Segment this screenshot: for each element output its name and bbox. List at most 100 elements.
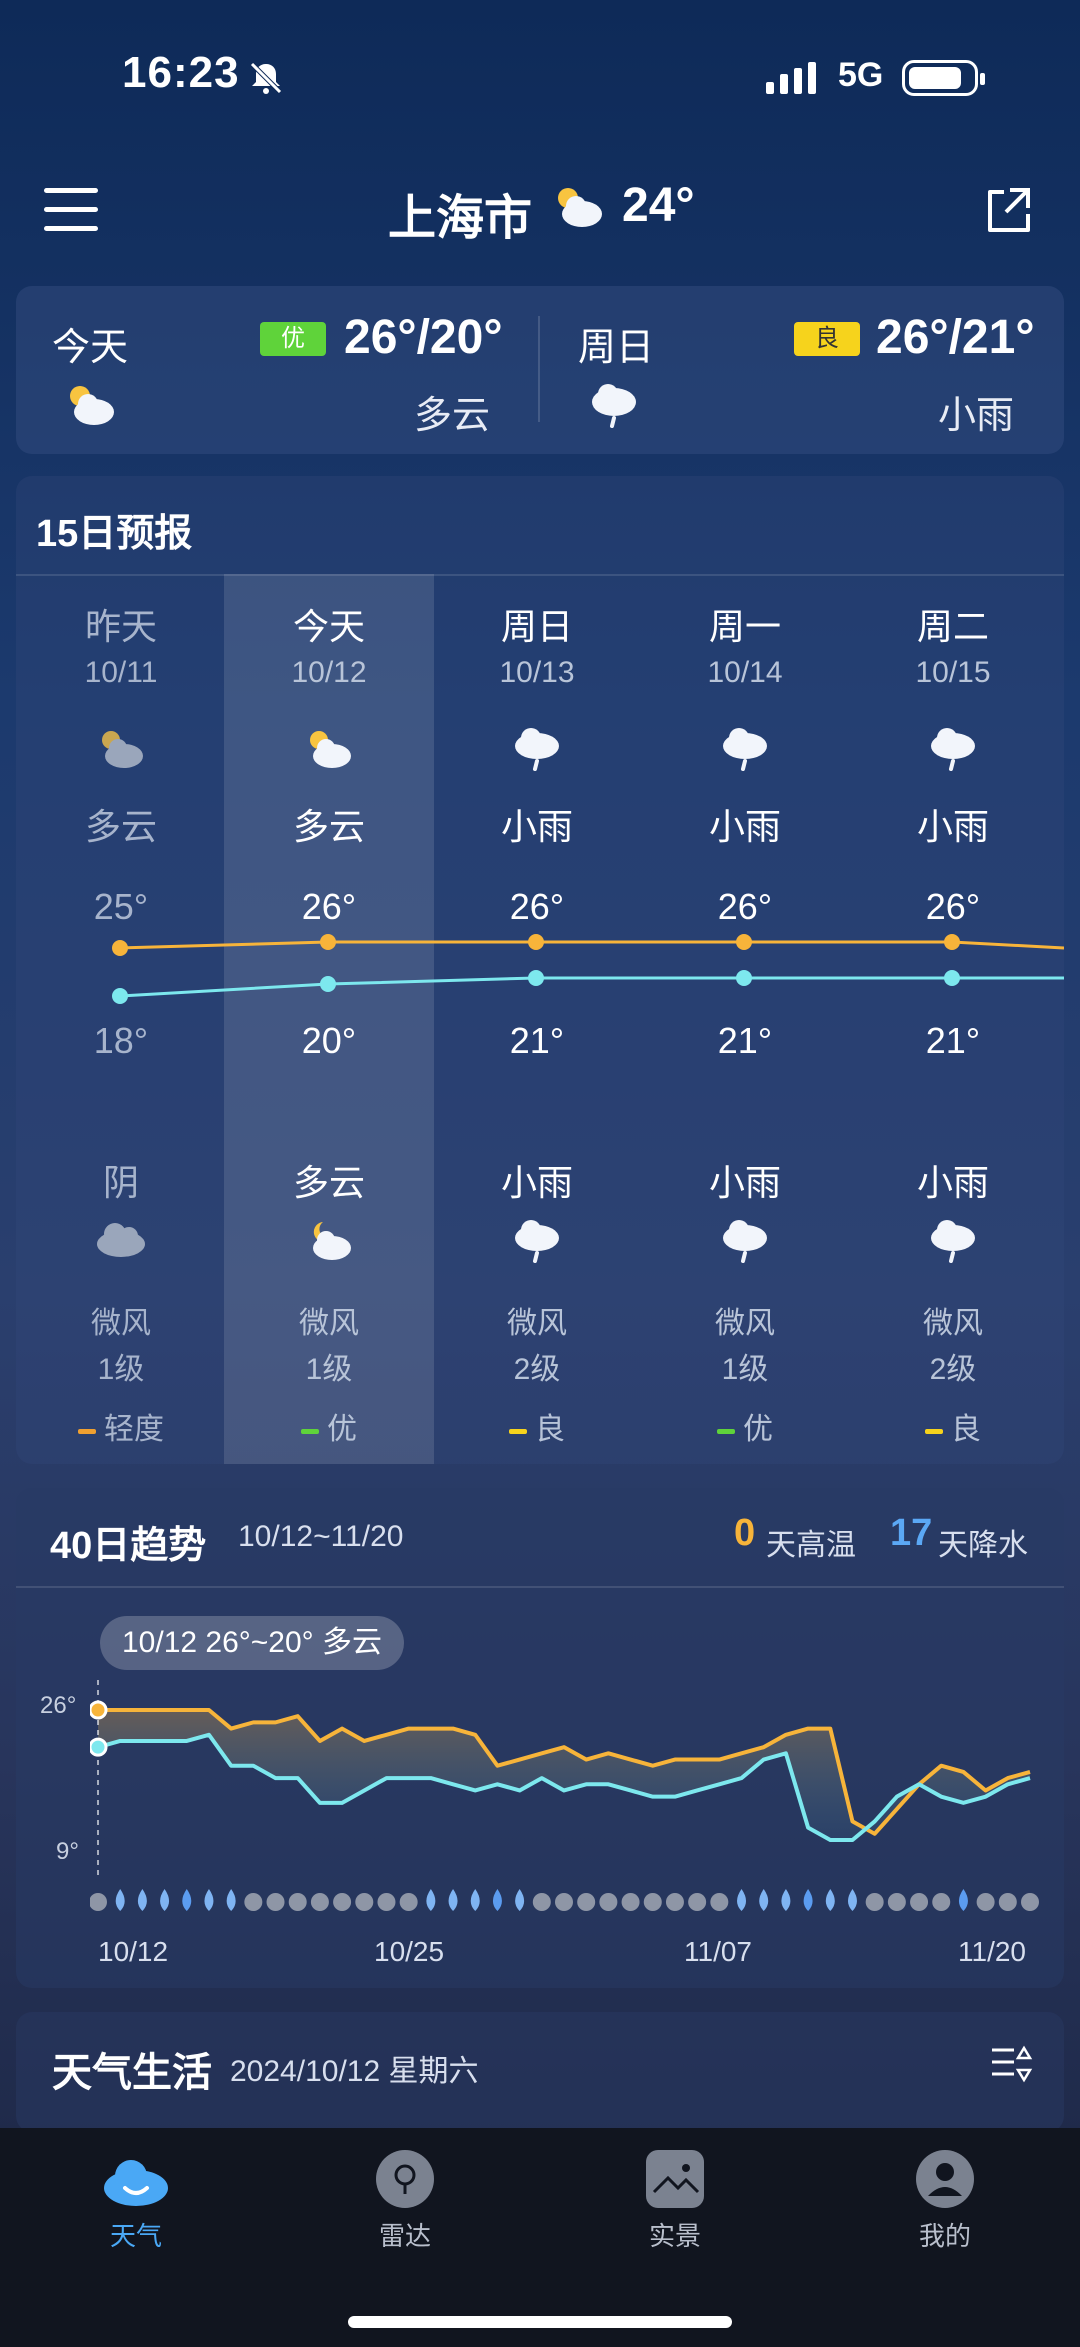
rain-drop [737,1889,747,1911]
rain-drop [825,1889,835,1911]
rain-drop [958,1889,968,1911]
tab-weather[interactable]: 天气 [36,2150,236,2253]
light-rain-icon [640,724,850,779]
light-rain-icon [848,1216,1058,1271]
rain-drop [204,1889,214,1911]
summary-today-aqi-badge: 优 [260,322,326,356]
trend-40-title: 40日趋势 [50,1525,207,1567]
aqi-dash [301,1428,319,1434]
tab-radar[interactable]: 雷达 [305,2150,505,2253]
day-name[interactable]: 周一 [640,598,850,650]
aqi-dash [509,1428,527,1434]
dry-dot [865,1893,884,1911]
partly-cloudy-icon [558,188,602,227]
light-rain-icon [640,1216,850,1271]
status-time: 16:23 [122,48,240,97]
share-icon[interactable] [980,182,1036,238]
dry-dot [266,1893,285,1911]
rain-drop [182,1889,192,1911]
dry-dot [333,1893,352,1911]
dry-dot [288,1893,307,1911]
wind-desc: 微风 [299,1307,359,1340]
signal-icon [766,62,816,94]
day-name[interactable]: 周二 [848,598,1058,650]
y-label-low: 9° [56,1838,79,1865]
cloudy-icon [16,1216,226,1265]
day-date: 10/12 [291,656,367,689]
tab-scene[interactable]: 实景 [575,2150,775,2253]
dry-dot [355,1893,374,1911]
dry-dot [599,1893,618,1911]
dry-dot [910,1893,929,1911]
tab-label: 实景 [648,2221,701,2251]
dry-dot [310,1893,329,1911]
day-date: 10/11 [84,656,158,689]
dry-dot [244,1893,263,1911]
rain-drop [759,1889,769,1911]
x-label: 10/12 [98,1936,169,1967]
day-weather: 多云 [84,806,157,847]
partly-cloudy-icon [16,724,226,777]
day-name[interactable]: 今天 [224,598,434,650]
day-weather: 小雨 [916,806,989,847]
x-label: 10/25 [374,1936,445,1967]
menu-button[interactable] [44,188,98,232]
sort-icon[interactable] [990,2044,1036,2084]
weather-life-date: 2024/10/12 星期六 [230,2055,479,2088]
aqi-label: 良 [815,325,839,352]
summary-today-temp: 26°/20° [344,311,503,364]
rain-drop [115,1889,125,1911]
city-title[interactable]: 上海市 [388,178,532,248]
aqi-indicator: 轻度 [16,1404,226,1448]
rain-drop [847,1889,857,1911]
dry-dot [688,1893,707,1911]
dry-dot [555,1893,573,1911]
temp-point [944,934,960,950]
dry-dot [621,1893,640,1911]
x-label: 11/07 [684,1936,752,1967]
night-weather: 多云 [292,1162,365,1203]
trend-tooltip: 10/12 26°~20° 多云 [100,1616,404,1670]
wind-level: 1级 [305,1353,353,1386]
trend-40-range: 10/12~11/20 [238,1520,404,1553]
rain-drop [492,1889,502,1911]
weather-icon [104,2160,168,2206]
trend-chart [90,1680,1039,1911]
today-point [90,1737,108,1757]
dry-dot [998,1893,1017,1911]
hot-days-label: 天高温 [766,1529,856,1562]
wind-level: 2级 [513,1353,561,1386]
forecast-15-title[interactable]: 15日预报 [36,502,192,557]
temp-range-area [98,1710,1030,1840]
tab-label: 天气 [109,2221,162,2251]
aqi-label: 优 [327,1413,357,1446]
summary-today-desc: 多云 [414,395,491,437]
network-label: 5G [838,56,884,94]
rain-drop [470,1889,480,1911]
current-temp: 24° [622,179,695,232]
wind-level: 1级 [721,1353,769,1386]
tab-profile[interactable]: 我的 [845,2150,1045,2253]
tab-label: 我的 [918,2221,971,2251]
aqi-label: 优 [281,325,305,352]
night-cloudy-icon [224,1216,434,1269]
temp-point [736,934,752,950]
aqi-label: 优 [743,1413,773,1446]
divider [16,1586,1064,1588]
rain-drop [137,1889,147,1911]
day-name[interactable]: 昨天 [16,598,226,650]
partly-cloudy-icon [224,724,434,777]
light-rain-icon [848,724,1058,779]
weather-life-title: 天气生活 [52,2051,212,2095]
day-weather: 多云 [292,806,365,847]
dry-dot [532,1893,551,1911]
day-name[interactable]: 周日 [432,598,642,650]
aqi-dash [925,1428,943,1434]
dry-dot [377,1893,396,1911]
dry-dot [976,1893,995,1911]
aqi-label: 良 [535,1413,565,1446]
temp-point [320,934,336,950]
aqi-label: 良 [951,1413,981,1446]
dry-dot [90,1893,107,1911]
temp-curve [112,934,1064,1004]
